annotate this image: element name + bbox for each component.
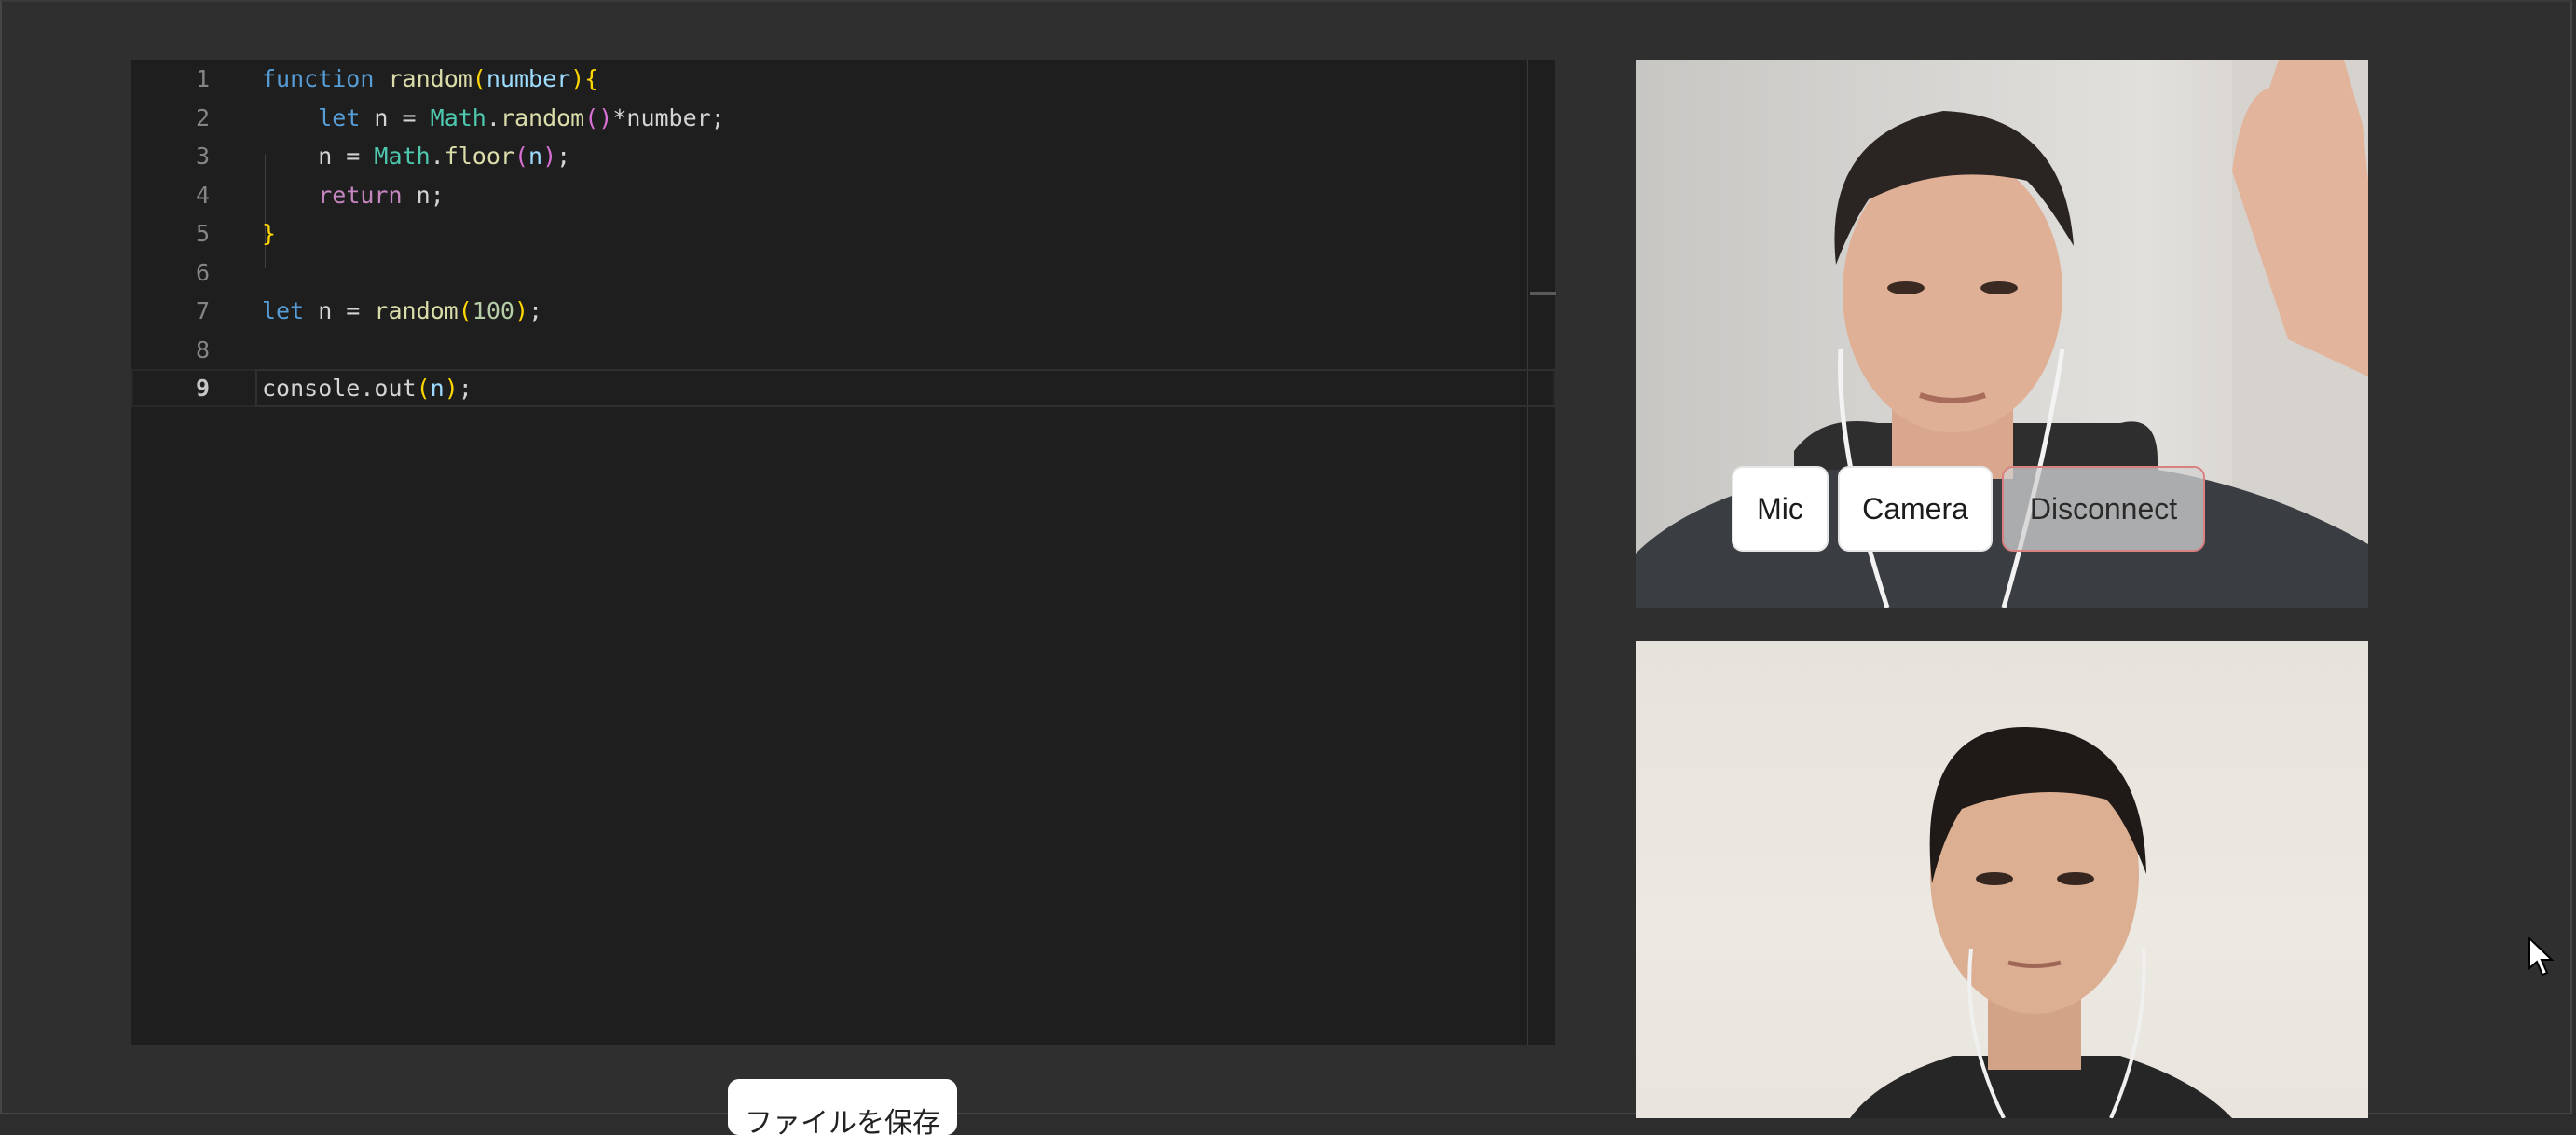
mic-button[interactable]: Mic bbox=[1732, 466, 1829, 552]
video-feed-top: Mic Camera Disconnect bbox=[1636, 60, 2368, 608]
code-token: random bbox=[374, 297, 459, 324]
code-editor[interactable]: 1 function random(number){2 let n = Math.… bbox=[131, 60, 1556, 1045]
code-token: ; bbox=[556, 143, 571, 170]
code-text: let n = Math.random()*number; bbox=[262, 99, 725, 137]
code-token: } bbox=[262, 220, 277, 247]
code-token: floor bbox=[444, 143, 514, 170]
code-token: random bbox=[500, 104, 585, 131]
code-line[interactable]: 1 function random(number){ bbox=[131, 60, 1555, 98]
code-token: number bbox=[486, 65, 571, 92]
line-number: 7 bbox=[195, 297, 210, 324]
code-token: n bbox=[430, 375, 445, 402]
code-token: 100 bbox=[472, 297, 514, 324]
code-token: n bbox=[528, 143, 543, 170]
line-number: 6 bbox=[195, 259, 210, 286]
code-token: ; bbox=[528, 297, 543, 324]
code-token: Math bbox=[430, 104, 486, 131]
code-token: ) bbox=[514, 297, 529, 324]
disconnect-button[interactable]: Disconnect bbox=[2002, 466, 2205, 552]
line-number: 4 bbox=[195, 182, 210, 209]
code-line[interactable]: 4 return n; bbox=[131, 176, 1555, 214]
code-token: let bbox=[262, 297, 305, 324]
code-token: let bbox=[318, 104, 361, 131]
line-number: 3 bbox=[195, 143, 210, 170]
code-token: n = bbox=[262, 143, 375, 170]
code-token: n = bbox=[360, 104, 431, 131]
code-text: function random(number){ bbox=[262, 60, 598, 98]
code-token: ) bbox=[570, 65, 585, 92]
code-text: console.out(n); bbox=[262, 369, 473, 407]
line-number: 8 bbox=[195, 336, 210, 363]
code-token: Math bbox=[374, 143, 431, 170]
code-token: { bbox=[584, 65, 599, 92]
code-token: . bbox=[430, 143, 445, 170]
code-line[interactable]: 6 bbox=[131, 253, 1555, 292]
code-token: random bbox=[388, 65, 473, 92]
video-feed-bottom bbox=[1636, 641, 2368, 1118]
code-line[interactable]: 5} bbox=[131, 214, 1555, 253]
code-line[interactable]: 2 let n = Math.random()*number; bbox=[131, 99, 1555, 137]
code-line[interactable]: 7 let n = random(100); bbox=[131, 292, 1555, 330]
code-token: ( bbox=[458, 297, 473, 324]
code-token: console.out bbox=[262, 375, 417, 402]
code-token: ( bbox=[472, 65, 486, 92]
code-token: ) bbox=[444, 375, 459, 402]
code-token: *number; bbox=[612, 104, 725, 131]
code-token: . bbox=[486, 104, 500, 131]
code-token: ; bbox=[458, 375, 473, 402]
code-token: n; bbox=[402, 182, 445, 209]
code-line[interactable]: 9 console.out(n); bbox=[131, 369, 1555, 407]
code-token: n = bbox=[304, 297, 375, 324]
code-token: function bbox=[262, 65, 375, 92]
code-text: n = Math.floor(n); bbox=[262, 137, 570, 175]
participant-video-image bbox=[1850, 726, 2232, 1118]
line-number: 5 bbox=[195, 220, 210, 247]
code-token: () bbox=[584, 104, 613, 131]
camera-button[interactable]: Camera bbox=[1838, 466, 1993, 552]
call-controls: Mic Camera Disconnect bbox=[1732, 466, 2205, 552]
line-number: 9 bbox=[195, 375, 210, 402]
code-text: } bbox=[262, 214, 276, 253]
line-number: 1 bbox=[195, 65, 210, 92]
mouse-cursor-icon bbox=[2528, 937, 2555, 977]
line-number: 2 bbox=[195, 104, 210, 131]
code-token: ( bbox=[416, 375, 431, 402]
code-text: let n = random(100); bbox=[262, 292, 542, 330]
code-line[interactable]: 8 bbox=[131, 331, 1555, 369]
code-token: ( bbox=[514, 143, 529, 170]
save-file-button[interactable]: ファイルを保存 bbox=[728, 1079, 957, 1135]
code-token: ) bbox=[542, 143, 557, 170]
code-token: return bbox=[318, 182, 403, 209]
code-line[interactable]: 3 n = Math.floor(n); bbox=[131, 137, 1555, 175]
code-text: return n; bbox=[262, 176, 445, 214]
